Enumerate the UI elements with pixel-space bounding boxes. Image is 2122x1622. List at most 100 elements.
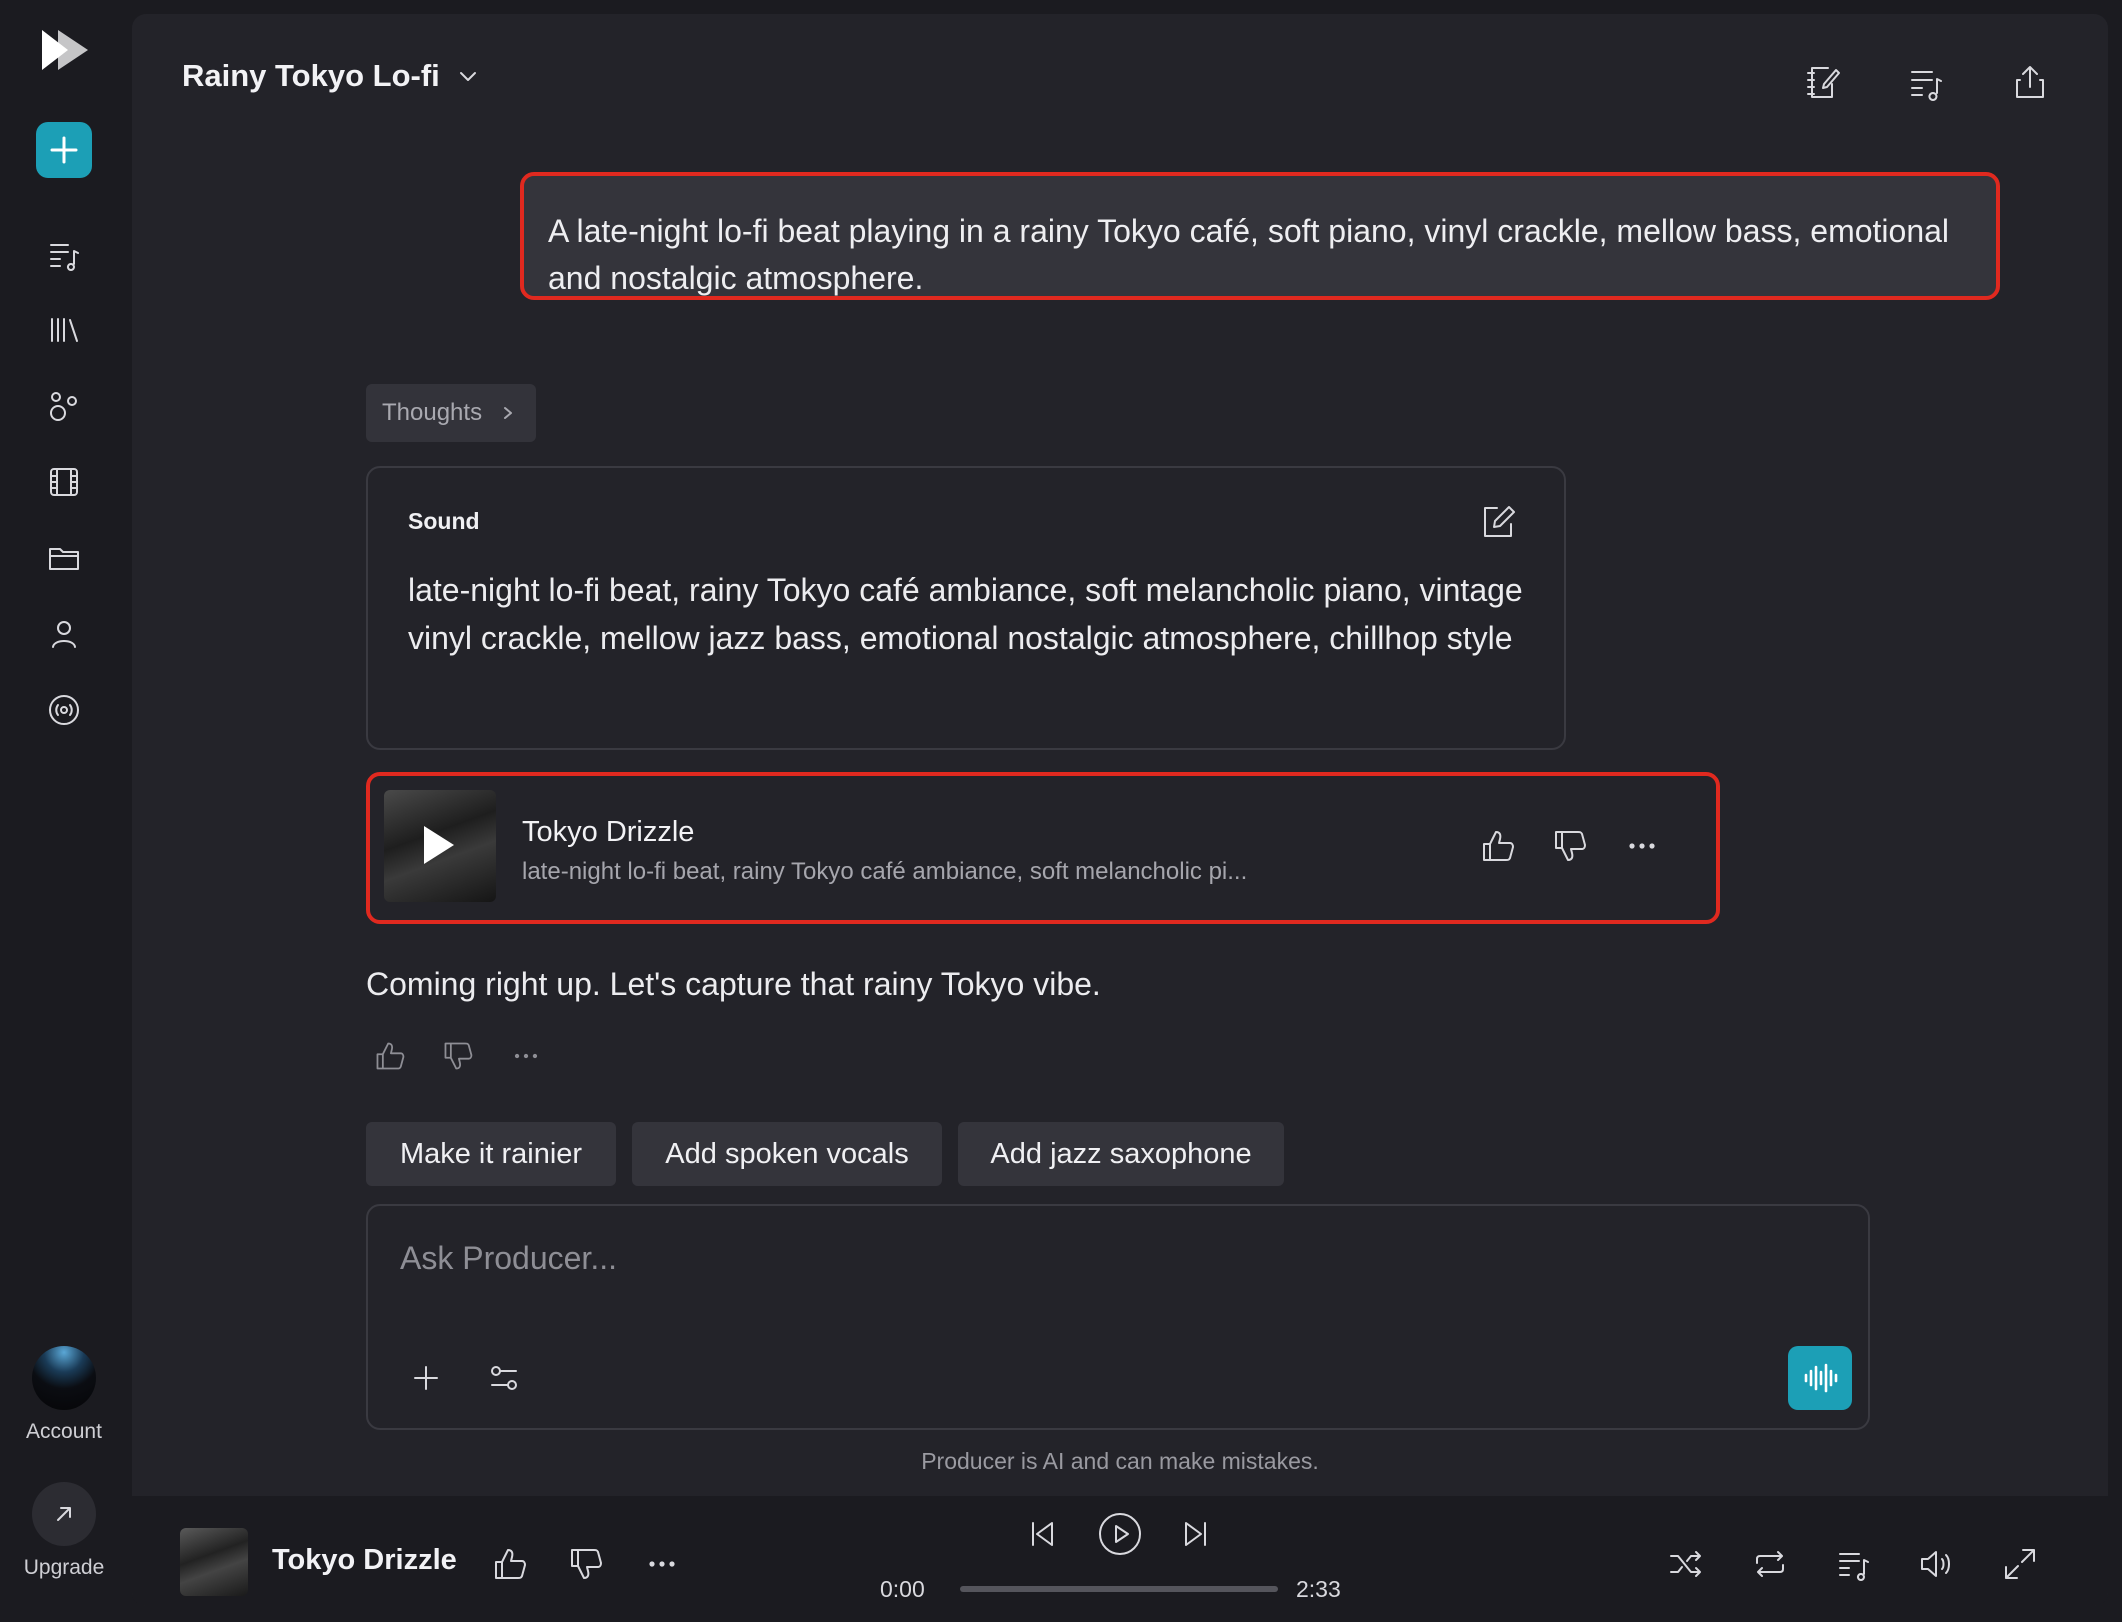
- volume-icon: [1921, 1551, 1950, 1577]
- thoughts-label: Thoughts: [382, 399, 483, 426]
- notebook-edit-icon: [1807, 67, 1840, 98]
- repeat-button[interactable]: [1746, 1540, 1794, 1588]
- player-like-button[interactable]: [486, 1540, 534, 1588]
- suggestion-add-jazz-saxophone[interactable]: Add jazz saxophone: [958, 1122, 1284, 1186]
- thumbs-up-icon: [1483, 831, 1514, 861]
- volume-button[interactable]: [1912, 1540, 1960, 1588]
- progress-bar[interactable]: [960, 1586, 1278, 1592]
- reply-more-button[interactable]: [504, 1034, 548, 1078]
- repeat-icon: [1756, 1551, 1784, 1577]
- sidebar-item-video[interactable]: [34, 452, 94, 512]
- player-track-title[interactable]: Tokyo Drizzle: [272, 1544, 457, 1577]
- player-bar: Tokyo Drizzle 0:00 2:33: [132, 1496, 2108, 1606]
- total-time: 2:33: [1296, 1576, 1341, 1602]
- sound-label: Sound: [408, 508, 480, 534]
- more-horizontal-icon: [1629, 843, 1655, 849]
- more-horizontal-icon: [514, 1053, 538, 1059]
- thumbs-up-icon: [495, 1549, 526, 1579]
- fullscreen-button[interactable]: [1996, 1540, 2044, 1588]
- queue-button[interactable]: [1898, 54, 1954, 110]
- video-icon: [50, 468, 78, 496]
- arrow-up-right-icon: [57, 1507, 71, 1521]
- generated-track-card[interactable]: Tokyo Drizzle late-night lo-fi beat, rai…: [366, 772, 1720, 924]
- account-button[interactable]: Account: [0, 1346, 128, 1444]
- edit-icon: [1484, 506, 1515, 537]
- shuffle-button[interactable]: [1662, 1540, 1710, 1588]
- track-title: Tokyo Drizzle: [522, 816, 695, 848]
- app-logo-icon[interactable]: [38, 26, 94, 74]
- reply-like-button[interactable]: [368, 1034, 412, 1078]
- track-play-button[interactable]: [384, 790, 496, 902]
- project-title-dropdown[interactable]: Rainy Tokyo Lo-fi: [182, 58, 480, 94]
- player-queue-button[interactable]: [1830, 1540, 1878, 1588]
- plus-icon: [414, 1366, 438, 1390]
- track-more-button[interactable]: [1618, 822, 1666, 870]
- expand-icon: [2005, 1549, 2035, 1579]
- reply-dislike-button[interactable]: [436, 1034, 480, 1078]
- settings-sliders-button[interactable]: [482, 1356, 526, 1400]
- composer: [366, 1204, 1870, 1430]
- sidebar-item-library[interactable]: [34, 300, 94, 360]
- thumbs-down-icon: [1555, 831, 1586, 861]
- main-panel: Rainy Tokyo Lo-fi A late-night lo-fi bea…: [132, 14, 2108, 1606]
- page-title: Rainy Tokyo Lo-fi: [182, 58, 440, 93]
- player-more-button[interactable]: [638, 1540, 686, 1588]
- sidebar-item-community[interactable]: [34, 376, 94, 436]
- suggestion-add-spoken-vocals[interactable]: Add spoken vocals: [632, 1122, 942, 1186]
- play-circle-icon: [1099, 1513, 1141, 1555]
- next-track-button[interactable]: [1172, 1510, 1220, 1558]
- ai-disclaimer: Producer is AI and can make mistakes.: [921, 1448, 1319, 1474]
- sidebar-item-radio[interactable]: [34, 680, 94, 740]
- waveform-icon: [1804, 1363, 1838, 1393]
- more-horizontal-icon: [649, 1561, 675, 1567]
- profile-icon: [52, 621, 76, 648]
- upgrade-button[interactable]: Upgrade: [0, 1482, 128, 1580]
- attach-button[interactable]: [404, 1356, 448, 1400]
- assistant-reply: Coming right up. Let's capture that rain…: [366, 966, 1101, 1002]
- lyrics-notebook-button[interactable]: [1794, 54, 1850, 110]
- sidebar-item-queue[interactable]: [34, 224, 94, 284]
- share-button[interactable]: [2002, 54, 2058, 110]
- playlist-icon: [1911, 71, 1942, 101]
- playlist-icon: [50, 244, 79, 271]
- sidebar-item-profile[interactable]: [34, 604, 94, 664]
- track-dislike-button[interactable]: [1546, 822, 1594, 870]
- voice-input-button[interactable]: [1788, 1346, 1852, 1410]
- library-icon: [51, 318, 78, 342]
- track-description: late-night lo-fi beat, rainy Tokyo café …: [522, 858, 1248, 885]
- ask-producer-input[interactable]: [400, 1234, 1700, 1282]
- chevron-down-icon: [459, 72, 476, 81]
- folder-icon: [49, 548, 79, 570]
- thoughts-toggle[interactable]: Thoughts: [366, 384, 537, 442]
- track-like-button[interactable]: [1474, 822, 1522, 870]
- thumbs-down-icon: [571, 1549, 602, 1579]
- thumbs-down-icon: [444, 1042, 473, 1070]
- account-label: Account: [26, 1420, 102, 1443]
- thumbs-up-icon: [376, 1042, 405, 1070]
- suggestion-make-it-rainier[interactable]: Make it rainier: [366, 1122, 616, 1186]
- avatar: [32, 1346, 96, 1410]
- user-prompt-message: A late-night lo-fi beat playing in a rai…: [520, 172, 2000, 300]
- upgrade-label: Upgrade: [23, 1556, 105, 1579]
- sliders-icon: [491, 1366, 517, 1390]
- sound-card: Sound late-night lo-fi beat, rainy Tokyo…: [366, 466, 1566, 750]
- chevron-right-icon: [504, 407, 513, 419]
- current-time: 0:00: [880, 1576, 925, 1602]
- player-album-art[interactable]: [180, 1528, 248, 1596]
- play-pause-button[interactable]: [1092, 1506, 1148, 1562]
- radio-icon: [49, 695, 79, 725]
- sidebar-item-files[interactable]: [34, 528, 94, 588]
- edit-sound-button[interactable]: [1476, 500, 1520, 544]
- upgrade-circle: [32, 1482, 96, 1546]
- plus-icon: [50, 136, 78, 164]
- previous-track-button[interactable]: [1018, 1510, 1066, 1558]
- shuffle-icon: [1670, 1551, 1701, 1577]
- play-icon: [424, 826, 454, 864]
- skip-previous-icon: [1032, 1522, 1053, 1546]
- sound-description: late-night lo-fi beat, rainy Tokyo café …: [408, 572, 1523, 656]
- playlist-icon: [1839, 1553, 1869, 1581]
- sidebar: Account Upgrade: [0, 0, 128, 1622]
- new-chat-button[interactable]: [36, 122, 92, 178]
- skip-next-icon: [1185, 1522, 1206, 1546]
- player-dislike-button[interactable]: [562, 1540, 610, 1588]
